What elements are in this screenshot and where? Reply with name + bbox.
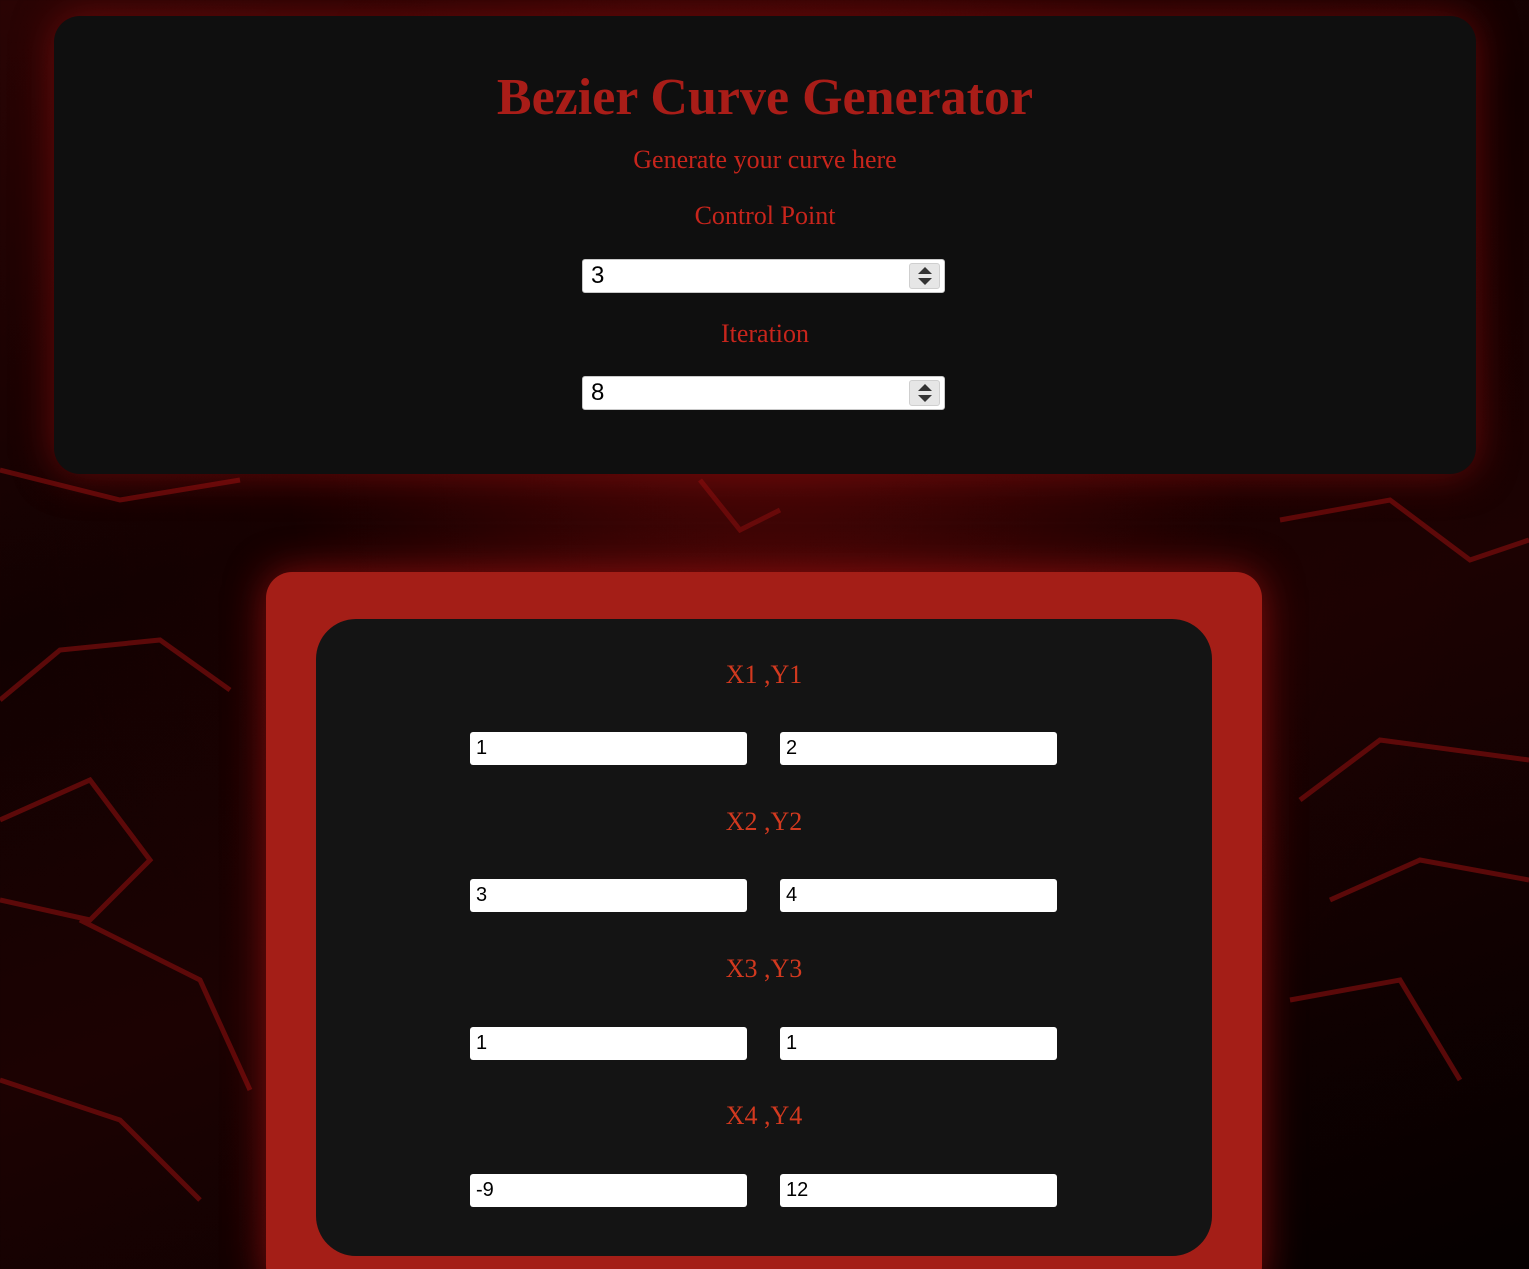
point-4-y-input[interactable]: 12 <box>780 1174 1057 1207</box>
point-2-label: X2 ,Y2 <box>725 807 803 836</box>
iteration-label: Iteration <box>720 319 810 348</box>
iteration-value: 8 <box>591 379 605 406</box>
spin-down-icon[interactable] <box>918 395 932 402</box>
point-3-x-input[interactable]: 1 <box>470 1027 747 1060</box>
spin-up-icon[interactable] <box>918 384 932 391</box>
settings-panel: Bezier Curve Generator Generate your cur… <box>54 16 1476 474</box>
point-1-y-input[interactable]: 2 <box>780 732 1057 765</box>
page-subtitle: Generate your curve here <box>633 145 897 174</box>
point-4-x-input[interactable]: -9 <box>470 1174 747 1207</box>
iteration-spinner[interactable] <box>909 380 940 406</box>
control-point-value: 3 <box>591 262 605 289</box>
page-title: Bezier Curve Generator <box>496 69 1034 126</box>
points-panel: X1 ,Y1 1 2 X2 ,Y2 3 4 X3 ,Y3 1 1 X4 ,Y4 … <box>316 619 1212 1256</box>
control-point-input[interactable]: 3 <box>582 259 945 293</box>
point-2-y-input[interactable]: 4 <box>780 879 1057 912</box>
iteration-input[interactable]: 8 <box>582 376 945 410</box>
control-point-label: Control Point <box>694 201 836 230</box>
point-3-y-input[interactable]: 1 <box>780 1027 1057 1060</box>
point-1-label: X1 ,Y1 <box>725 660 803 689</box>
spin-down-icon[interactable] <box>918 278 932 285</box>
point-3-label: X3 ,Y3 <box>725 954 803 983</box>
point-4-label: X4 ,Y4 <box>725 1101 803 1130</box>
spin-up-icon[interactable] <box>918 267 932 274</box>
control-point-spinner[interactable] <box>909 263 940 289</box>
point-1-x-input[interactable]: 1 <box>470 732 747 765</box>
point-2-x-input[interactable]: 3 <box>470 879 747 912</box>
